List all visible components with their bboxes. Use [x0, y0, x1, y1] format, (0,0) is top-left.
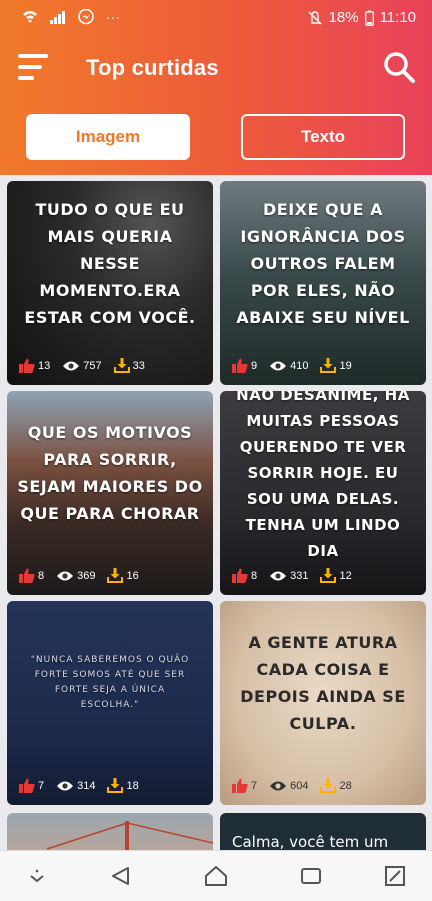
status-bar: ··· 18% 11:10 — [0, 0, 432, 36]
card-stats: 7 604 28 — [232, 778, 364, 793]
bridge-image — [46, 821, 213, 853]
image-card-partial[interactable]: Calma, você tem um — [220, 813, 426, 853]
view-count: 331 — [290, 569, 309, 582]
card-quote: A gente atura cada coisa e depois ainda … — [240, 633, 406, 733]
view-icon — [57, 571, 74, 580]
app-header: ··· 18% 11:10 Top curtidas Imagem Texto — [0, 0, 432, 175]
image-card[interactable]: "Nunca saberemos o quão forte somos até … — [7, 601, 213, 805]
view-icon — [270, 361, 287, 370]
view-count: 314 — [77, 779, 96, 792]
download-count: 16 — [126, 569, 139, 582]
card-quote: Calma, você tem um — [232, 833, 389, 851]
image-card[interactable]: A gente atura cada coisa e depois ainda … — [220, 601, 426, 805]
view-count: 410 — [290, 359, 309, 372]
download-count: 12 — [339, 569, 352, 582]
tab-imagem[interactable]: Imagem — [26, 114, 190, 160]
nav-down-icon[interactable] — [24, 863, 50, 889]
download-icon[interactable] — [320, 778, 337, 793]
expand-icon[interactable] — [382, 863, 408, 889]
tab-texto[interactable]: Texto — [241, 114, 405, 160]
mute-icon — [308, 10, 322, 24]
wifi-icon — [23, 11, 37, 23]
download-icon[interactable] — [107, 778, 124, 793]
like-icon[interactable] — [19, 358, 35, 373]
card-stats: 8 369 16 — [19, 568, 151, 583]
messenger-icon — [78, 9, 94, 25]
like-icon[interactable] — [19, 778, 35, 793]
download-count: 18 — [126, 779, 139, 792]
view-count: 604 — [290, 779, 309, 792]
view-count: 369 — [77, 569, 96, 582]
system-navigation-bar — [0, 850, 432, 901]
view-icon — [270, 781, 287, 790]
battery-percent: 18% — [328, 9, 359, 26]
card-stats: 7 314 18 — [19, 778, 151, 793]
signal-icon — [50, 11, 65, 24]
like-count: 8 — [38, 569, 45, 582]
status-more: ··· — [106, 9, 120, 25]
like-count: 8 — [251, 569, 258, 582]
download-count: 33 — [132, 359, 145, 372]
download-count: 28 — [339, 779, 352, 792]
view-icon — [57, 781, 74, 790]
page-title: Top curtidas — [86, 55, 219, 80]
card-quote: Tudo o que eu mais queria nesse momento.… — [24, 199, 196, 327]
home-icon[interactable] — [203, 863, 229, 889]
image-card-partial[interactable] — [7, 813, 213, 853]
view-icon — [270, 571, 287, 580]
search-icon[interactable] — [382, 50, 416, 84]
image-card[interactable]: Não desanime, há muitas pessoas querendo… — [220, 391, 426, 595]
like-count: 13 — [38, 359, 51, 372]
image-card[interactable]: Que os motivos para sorrir, sejam maiore… — [7, 391, 213, 595]
like-icon[interactable] — [232, 358, 248, 373]
like-count: 9 — [251, 359, 258, 372]
download-icon[interactable] — [320, 358, 337, 373]
image-card[interactable]: Deixe que a ignorância dos outros falem … — [220, 181, 426, 385]
card-stats: 9 410 19 — [232, 358, 364, 373]
download-icon[interactable] — [107, 568, 124, 583]
card-quote: Não desanime, há muitas pessoas querendo… — [236, 391, 410, 560]
view-icon — [63, 361, 80, 370]
image-card[interactable]: Tudo o que eu mais queria nesse momento.… — [7, 181, 213, 385]
card-quote: "Nunca saberemos o quão forte somos até … — [30, 655, 190, 710]
clock: 11:10 — [379, 9, 416, 26]
like-icon[interactable] — [232, 568, 248, 583]
card-quote: Deixe que a ignorância dos outros falem … — [236, 199, 410, 327]
view-count: 757 — [83, 359, 102, 372]
menu-icon[interactable] — [18, 54, 50, 82]
card-quote: Que os motivos para sorrir, sejam maiore… — [17, 423, 203, 523]
download-count: 19 — [339, 359, 352, 372]
download-icon[interactable] — [320, 568, 337, 583]
card-stats: 13 757 33 — [19, 358, 157, 373]
back-icon[interactable] — [108, 863, 134, 889]
download-icon[interactable] — [113, 358, 130, 373]
toolbar: Top curtidas — [0, 36, 432, 102]
like-count: 7 — [38, 779, 45, 792]
like-count: 7 — [251, 779, 258, 792]
battery-icon — [364, 10, 374, 26]
tab-bar: Imagem Texto — [0, 114, 432, 164]
recents-icon[interactable] — [298, 863, 324, 889]
like-icon[interactable] — [19, 568, 35, 583]
card-stats: 8 331 12 — [232, 568, 364, 583]
like-icon[interactable] — [232, 778, 248, 793]
